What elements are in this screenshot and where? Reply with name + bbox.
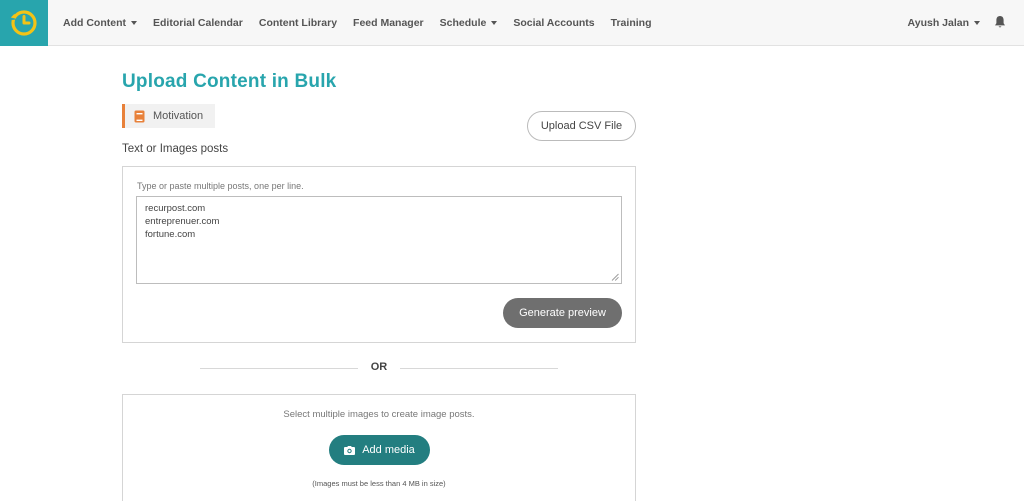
add-media-button[interactable]: Add media — [329, 435, 430, 465]
category-label: Motivation — [153, 110, 204, 122]
media-hint: Select multiple images to create image p… — [283, 409, 475, 420]
generate-preview-button[interactable]: Generate preview — [503, 298, 622, 328]
text-posts-panel: Type or paste multiple posts, one per li… — [122, 166, 636, 343]
textarea-line: recurpost.com — [145, 203, 206, 214]
nav-add-content[interactable]: Add Content — [63, 17, 137, 29]
nav-label: Schedule — [439, 17, 487, 29]
nav-label: Training — [610, 17, 652, 29]
media-upload-panel: Select multiple images to create image p… — [122, 394, 636, 501]
nav-label: Social Accounts — [513, 17, 595, 29]
nav-schedule[interactable]: Schedule — [440, 17, 498, 29]
size-note: (Images must be less than 4 MB in size) — [312, 479, 446, 488]
main-nav: Add Content Editorial Calendar Content L… — [63, 0, 667, 46]
upload-csv-button[interactable]: Upload CSV File — [527, 111, 636, 141]
or-label: OR — [370, 361, 388, 373]
book-icon — [134, 110, 145, 122]
divider-line — [400, 368, 558, 369]
user-menu[interactable]: Ayush Jalan — [908, 0, 980, 46]
caret-down-icon — [491, 21, 498, 25]
nav-label: Add Content — [63, 17, 126, 29]
nav-label: Feed Manager — [353, 17, 424, 29]
page-title: Upload Content in Bulk — [122, 71, 337, 92]
nav-editorial-calendar[interactable]: Editorial Calendar — [153, 17, 243, 29]
textarea-line: fortune.com — [145, 229, 196, 240]
textarea-line: entreprenuer.com — [145, 216, 220, 227]
app-logo[interactable] — [0, 0, 48, 46]
bell-icon[interactable] — [994, 15, 1006, 29]
nav-training[interactable]: Training — [611, 17, 652, 29]
section-label: Text or Images posts — [122, 143, 229, 155]
text-posts-hint: Type or paste multiple posts, one per li… — [137, 181, 304, 191]
add-media-label: Add media — [362, 444, 415, 456]
nav-label: Editorial Calendar — [153, 17, 243, 29]
nav-label: Content Library — [258, 17, 338, 29]
camera-icon — [344, 445, 356, 455]
caret-down-icon — [131, 21, 137, 25]
clock-logo-icon — [10, 10, 37, 36]
user-name: Ayush Jalan — [907, 17, 969, 29]
posts-textarea[interactable]: recurpost.com entreprenuer.com fortune.c… — [136, 196, 622, 284]
top-navbar: Add Content Editorial Calendar Content L… — [0, 0, 1024, 46]
nav-social-accounts[interactable]: Social Accounts — [513, 17, 594, 29]
caret-down-icon — [974, 21, 980, 25]
resize-handle-icon[interactable] — [611, 273, 619, 281]
nav-content-library[interactable]: Content Library — [259, 17, 337, 29]
nav-feed-manager[interactable]: Feed Manager — [353, 17, 424, 29]
category-tag[interactable]: Motivation — [122, 104, 215, 128]
or-divider: OR — [200, 360, 558, 376]
